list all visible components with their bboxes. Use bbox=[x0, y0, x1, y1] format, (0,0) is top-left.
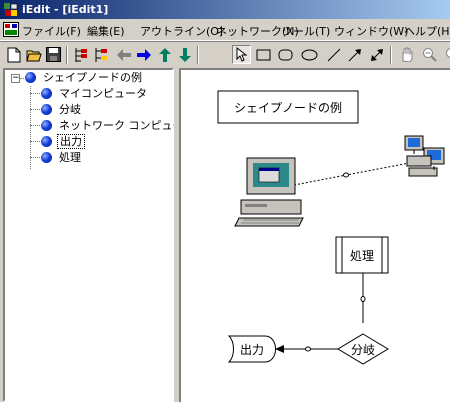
bidirectional-arrow-icon[interactable] bbox=[367, 45, 386, 64]
tree-item-label: マイコンピュータ bbox=[59, 87, 147, 100]
tree-root-label: シェイプノードの例 bbox=[43, 71, 142, 84]
tree-connector bbox=[30, 125, 40, 126]
new-file-icon[interactable] bbox=[4, 45, 23, 64]
menu-outline[interactable]: アウトライン(O) bbox=[140, 23, 223, 39]
window-title: iEdit - [iEdit1] bbox=[22, 3, 109, 16]
tree-connector bbox=[30, 141, 40, 142]
menu-window[interactable]: ウィンドウ(W) bbox=[334, 23, 408, 39]
ellipse-icon[interactable] bbox=[300, 45, 319, 64]
tree-connector bbox=[30, 157, 40, 158]
tree-item-label: 分岐 bbox=[59, 103, 81, 116]
computer-icon[interactable] bbox=[234, 157, 304, 227]
app-icon bbox=[4, 3, 18, 16]
tree-item-label: 出力 bbox=[57, 134, 85, 149]
arrowhead bbox=[275, 345, 284, 353]
save-icon[interactable] bbox=[44, 45, 63, 64]
toolbar-separator bbox=[197, 46, 199, 64]
rounded-rect-icon[interactable] bbox=[276, 45, 295, 64]
title-box-text: シェイプノードの例 bbox=[234, 101, 342, 115]
tree-connector bbox=[20, 78, 24, 79]
toolbar-separator bbox=[390, 46, 392, 64]
tree-item-label: 処理 bbox=[59, 151, 81, 164]
link-computer-network[interactable] bbox=[293, 162, 410, 186]
tree-connector bbox=[30, 93, 40, 94]
outdent-icon[interactable] bbox=[91, 45, 110, 64]
branch-text: 分岐 bbox=[351, 343, 375, 357]
arrow-down-icon[interactable] bbox=[175, 45, 194, 64]
arrow-right-icon[interactable] bbox=[134, 45, 153, 64]
node-ball-icon bbox=[41, 88, 52, 99]
toolbar bbox=[0, 41, 450, 68]
node-ball-icon bbox=[41, 152, 52, 163]
arrow-left-icon[interactable] bbox=[114, 45, 133, 64]
pointer-icon[interactable] bbox=[232, 45, 251, 64]
menu-help[interactable]: ヘルプ(H) bbox=[404, 23, 450, 39]
collapse-icon[interactable]: − bbox=[11, 74, 20, 83]
arrow-up-icon[interactable] bbox=[155, 45, 174, 64]
title-bar[interactable]: iEdit - [iEdit1] bbox=[0, 0, 450, 19]
menu-bar: ファイル(F) 編集(E) アウトライン(O) ネットワーク(N) ツール(T)… bbox=[0, 19, 450, 41]
node-ball-icon bbox=[25, 72, 36, 83]
node-ball-icon bbox=[41, 120, 52, 131]
rectangle-icon[interactable] bbox=[254, 45, 273, 64]
link-midpoint-handle[interactable] bbox=[343, 172, 349, 178]
node-ball-icon bbox=[41, 136, 52, 147]
menu-tools[interactable]: ツール(T) bbox=[282, 23, 330, 39]
zoom-out-icon[interactable] bbox=[440, 45, 450, 64]
toolbar-separator bbox=[66, 46, 68, 64]
line-icon[interactable] bbox=[324, 45, 343, 64]
menu-file[interactable]: ファイル(F) bbox=[22, 23, 81, 39]
outline-tree[interactable]: − シェイプノードの例 マイコンピュータ 分岐 ネットワーク コンピュータ 出力… bbox=[3, 68, 195, 402]
node-ball-icon bbox=[41, 104, 52, 115]
open-folder-icon[interactable] bbox=[24, 45, 43, 64]
link-midpoint-handle[interactable] bbox=[305, 346, 311, 352]
hand-icon[interactable] bbox=[397, 45, 416, 64]
diagram-canvas[interactable]: シェイプノードの例 処理 分岐 出力 bbox=[179, 68, 450, 402]
tree-root[interactable]: − シェイプノードの例 bbox=[5, 70, 171, 85]
tree-connector bbox=[30, 109, 40, 110]
document-icon[interactable] bbox=[3, 22, 19, 37]
network-computer-icon[interactable] bbox=[404, 135, 445, 177]
zoom-icon[interactable] bbox=[420, 45, 439, 64]
output-text: 出力 bbox=[240, 343, 264, 357]
indent-icon[interactable] bbox=[71, 45, 90, 64]
link-midpoint-handle[interactable] bbox=[360, 296, 366, 302]
arrow-line-icon[interactable] bbox=[345, 45, 364, 64]
menu-edit[interactable]: 編集(E) bbox=[87, 23, 125, 39]
process-text: 処理 bbox=[350, 249, 374, 263]
